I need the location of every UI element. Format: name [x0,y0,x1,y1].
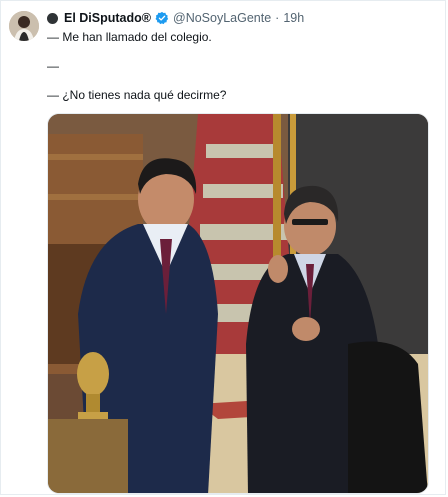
timestamp[interactable]: 19h [283,11,304,25]
tweet-line-2: — [47,59,59,73]
user-handle[interactable]: @NoSoyLaGente [173,11,271,25]
tweet-header: El DiSputado® @NoSoyLaGente · 19h [47,11,304,25]
tweet-photo[interactable] [47,113,429,494]
tweet-line-3: — ¿No tienes nada qué decirme? [47,88,227,102]
dark-circle-icon [47,12,58,24]
display-name[interactable]: El DiSputado® [64,11,151,25]
verified-badge-icon [155,11,169,25]
tweet-card[interactable]: El DiSputado® @NoSoyLaGente · 19h — Me h… [0,0,446,495]
tweet-text: — Me han llamado del colegio. — — ¿No ti… [47,30,226,103]
avatar[interactable] [9,11,39,41]
separator-dot: · [275,11,280,25]
tweet-line-1: — Me han llamado del colegio. [47,30,212,44]
